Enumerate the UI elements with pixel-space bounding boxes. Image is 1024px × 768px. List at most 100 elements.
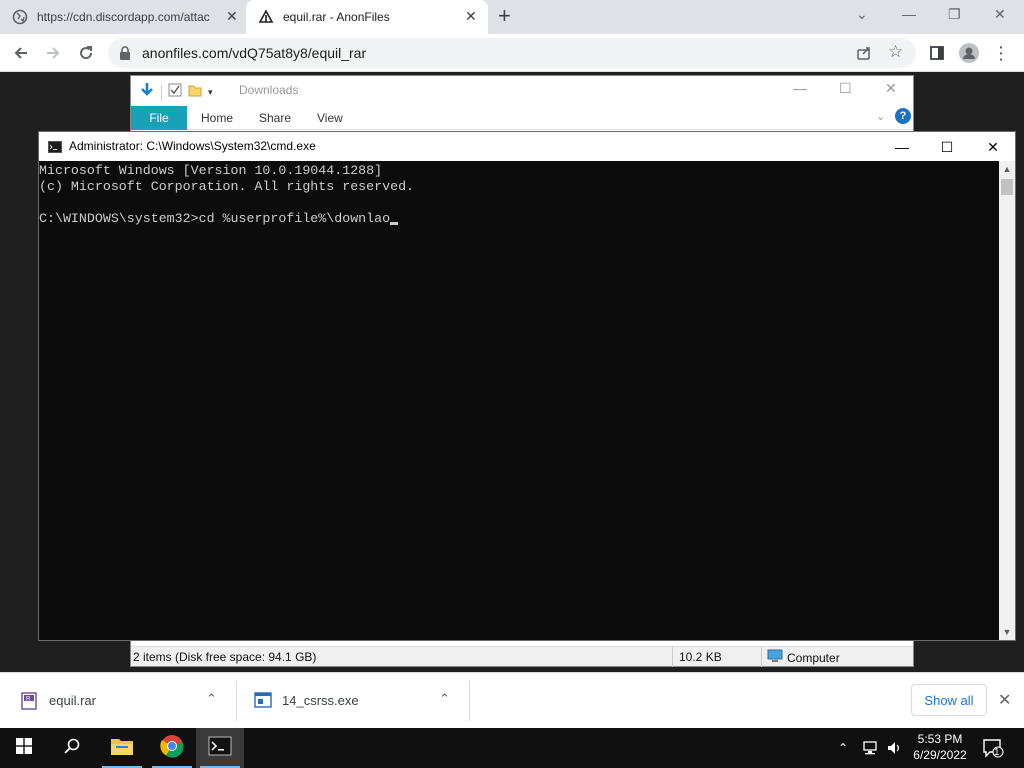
computer-icon bbox=[767, 649, 783, 666]
console-icon bbox=[48, 140, 62, 158]
search-icon bbox=[64, 738, 80, 759]
divider bbox=[469, 681, 470, 721]
chevron-up-icon[interactable]: ⌃ bbox=[439, 691, 450, 707]
cmd-maximize-icon[interactable]: ☐ bbox=[924, 135, 970, 159]
ribbon-tab-file[interactable]: File bbox=[131, 106, 187, 130]
globe-icon bbox=[12, 9, 28, 25]
anonfiles-icon bbox=[258, 9, 274, 25]
svg-text:R: R bbox=[26, 697, 31, 703]
bookmark-star-icon[interactable]: ☆ bbox=[888, 42, 903, 62]
forward-arrow-icon[interactable] bbox=[42, 42, 64, 64]
divider bbox=[161, 84, 162, 101]
chevron-up-icon[interactable]: ⌃ bbox=[206, 691, 217, 707]
explorer-title-bar[interactable]: ▾ Downloads — ☐ ✕ bbox=[131, 76, 913, 104]
tab-search-chevron-icon[interactable]: ⌄ bbox=[856, 6, 868, 23]
clock-date: 6/29/2022 bbox=[913, 748, 967, 762]
volume-icon[interactable] bbox=[886, 728, 902, 768]
restore-icon[interactable]: ❐ bbox=[948, 6, 961, 23]
cmd-scrollbar[interactable]: ▲ ▼ bbox=[999, 161, 1015, 640]
text-cursor bbox=[390, 222, 399, 225]
ribbon-tab-home[interactable]: Home bbox=[201, 111, 233, 125]
quick-access-toolbar: ▾ bbox=[139, 82, 213, 103]
console-output[interactable]: Microsoft Windows [Version 10.0.19044.12… bbox=[39, 161, 999, 640]
cmd-title-bar[interactable]: Administrator: C:\Windows\System32\cmd.e… bbox=[39, 132, 1015, 161]
chrome-icon bbox=[160, 734, 184, 763]
folder-icon bbox=[110, 736, 134, 761]
download-shelf: R equil.rar ⌃ 14_csrss.exe ⌃ Show all ✕ bbox=[0, 672, 1024, 728]
download-item[interactable]: 14_csrss.exe ⌃ bbox=[237, 673, 470, 729]
show-all-button[interactable]: Show all bbox=[911, 684, 987, 716]
cmd-minimize-icon[interactable]: — bbox=[879, 135, 925, 159]
taskbar-chrome[interactable] bbox=[148, 728, 196, 768]
cmd-title: Administrator: C:\Windows\System32\cmd.e… bbox=[69, 139, 316, 153]
show-hidden-icons-icon[interactable]: ⌃ bbox=[838, 728, 848, 768]
ribbon-tab-view[interactable]: View bbox=[317, 111, 343, 125]
new-tab-button[interactable]: + bbox=[498, 5, 511, 27]
back-arrow-icon[interactable] bbox=[10, 42, 32, 64]
winrar-icon: R bbox=[20, 692, 38, 713]
clock-time: 5:53 PM bbox=[917, 732, 963, 746]
tab-title: equil.rar - AnonFiles bbox=[283, 10, 390, 24]
download-arrow-icon bbox=[139, 82, 155, 103]
tab-close-icon[interactable]: ✕ bbox=[226, 8, 238, 25]
lock-icon[interactable] bbox=[119, 46, 131, 65]
console-prompt-text: C:\WINDOWS\system32>cd %userprofile%\dow… bbox=[39, 211, 391, 226]
search-button[interactable] bbox=[48, 728, 96, 768]
address-bar[interactable]: anonfiles.com/vdQ75at8y8/equil_rar ☆ bbox=[108, 38, 916, 68]
status-location: Computer bbox=[767, 649, 840, 666]
status-item-count: 2 items (Disk free space: 94.1 GB) bbox=[133, 650, 317, 664]
scroll-thumb[interactable] bbox=[1001, 179, 1013, 195]
more-menu-icon[interactable]: ⋮ bbox=[990, 42, 1012, 64]
new-folder-icon[interactable] bbox=[188, 83, 202, 102]
notification-count: 1 bbox=[994, 747, 1000, 758]
windows-taskbar: ⌃ 5:53 PM 6/29/2022 1 bbox=[0, 728, 1024, 768]
explorer-minimize-icon[interactable]: — bbox=[793, 80, 807, 96]
close-shelf-icon[interactable]: ✕ bbox=[998, 690, 1011, 710]
cmd-window[interactable]: Administrator: C:\Windows\System32\cmd.e… bbox=[38, 131, 1016, 641]
side-panel-icon[interactable] bbox=[926, 42, 948, 64]
console-line: Microsoft Windows [Version 10.0.19044.12… bbox=[39, 163, 383, 178]
download-item[interactable]: R equil.rar ⌃ bbox=[0, 673, 237, 729]
network-icon[interactable] bbox=[862, 728, 880, 768]
tab-discord-cdn[interactable]: https://cdn.discordapp.com/attac ✕ bbox=[12, 0, 248, 34]
url-text: anonfiles.com/vdQ75at8y8/equil_rar bbox=[142, 45, 367, 61]
share-icon[interactable] bbox=[856, 45, 872, 66]
properties-icon[interactable] bbox=[168, 83, 182, 102]
taskbar-cmd[interactable] bbox=[196, 728, 244, 768]
taskbar-file-explorer[interactable] bbox=[98, 728, 146, 768]
help-icon[interactable]: ? bbox=[895, 108, 911, 124]
taskbar-clock[interactable]: 5:53 PM 6/29/2022 bbox=[905, 731, 975, 763]
download-filename: equil.rar bbox=[49, 693, 96, 708]
close-window-icon[interactable]: ✕ bbox=[994, 6, 1006, 23]
explorer-maximize-icon[interactable]: ☐ bbox=[839, 80, 852, 97]
explorer-close-icon[interactable]: ✕ bbox=[885, 80, 897, 97]
tab-anonfiles[interactable]: equil.rar - AnonFiles ✕ bbox=[246, 0, 488, 34]
divider bbox=[672, 647, 673, 667]
minimize-icon[interactable]: — bbox=[902, 6, 916, 22]
customize-dropdown-icon[interactable]: ▾ bbox=[208, 87, 213, 98]
tab-title: https://cdn.discordapp.com/attac bbox=[37, 10, 210, 24]
status-location-label: Computer bbox=[787, 650, 840, 665]
cmd-close-icon[interactable]: ✕ bbox=[970, 135, 1016, 159]
profile-avatar-icon[interactable] bbox=[958, 42, 980, 64]
explorer-title: Downloads bbox=[239, 83, 299, 97]
notification-center-icon[interactable] bbox=[982, 738, 1004, 763]
browser-toolbar: anonfiles.com/vdQ75at8y8/equil_rar ☆ ⋮ bbox=[0, 34, 1024, 72]
reload-icon[interactable] bbox=[75, 42, 97, 64]
console-prompt-line[interactable]: C:\WINDOWS\system32>cd %userprofile%\dow… bbox=[39, 211, 999, 227]
download-filename: 14_csrss.exe bbox=[282, 693, 359, 708]
exe-icon bbox=[254, 692, 272, 711]
windows-logo-icon bbox=[16, 737, 32, 759]
ribbon-tab-share[interactable]: Share bbox=[259, 111, 291, 125]
start-button[interactable] bbox=[0, 728, 48, 768]
scroll-up-icon[interactable]: ▲ bbox=[999, 161, 1015, 177]
ribbon-expand-chevron-icon[interactable]: ⌄ bbox=[876, 110, 885, 123]
tab-close-icon[interactable]: ✕ bbox=[465, 8, 477, 25]
scroll-down-icon[interactable]: ▼ bbox=[999, 624, 1015, 640]
explorer-ribbon: File Home Share View ⌄ ? bbox=[131, 104, 913, 130]
divider bbox=[761, 647, 762, 667]
console-line: (c) Microsoft Corporation. All rights re… bbox=[39, 179, 415, 194]
explorer-status-bar: 2 items (Disk free space: 94.1 GB) 10.2 … bbox=[131, 646, 913, 667]
status-size: 10.2 KB bbox=[679, 650, 722, 664]
